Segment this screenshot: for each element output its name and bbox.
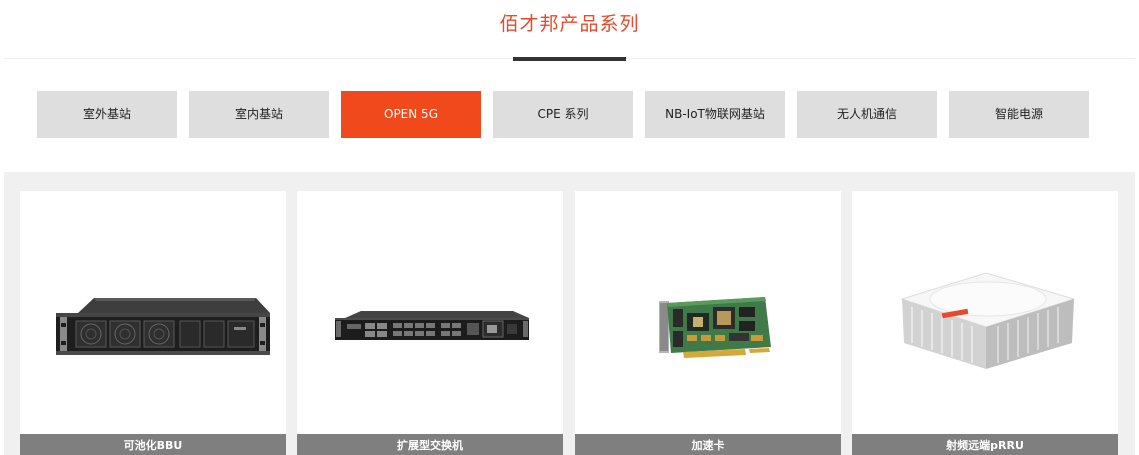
tab-smart-power[interactable]: 智能电源 [949, 91, 1089, 138]
product-name: 可池化BBU [20, 434, 286, 455]
product-card-accelerator[interactable]: 加速卡 [575, 191, 841, 455]
rack-switch-1u-image [335, 311, 529, 340]
product-card-pooled-bbu[interactable]: 可池化BBU [20, 191, 286, 455]
product-name: 射频远端pRRU [852, 434, 1118, 455]
tab-outdoor-base-station[interactable]: 室外基站 [37, 91, 177, 138]
rack-server-2u-image [56, 298, 270, 355]
title-underline [513, 57, 626, 61]
product-card-extended-switch[interactable]: 扩展型交换机 [297, 191, 563, 455]
product-series-section: 佰才邦产品系列 室外基站 室内基站 OPEN 5G CPE 系列 NB-IoT物… [0, 0, 1139, 455]
pcie-accelerator-card-image [659, 297, 771, 358]
tab-drone-communication[interactable]: 无人机通信 [797, 91, 937, 138]
tab-open-5g[interactable]: OPEN 5G [341, 91, 481, 138]
tab-indoor-base-station[interactable]: 室内基站 [189, 91, 329, 138]
product-name: 加速卡 [575, 434, 841, 455]
section-title: 佰才邦产品系列 [499, 13, 640, 35]
tab-nb-iot-base-station[interactable]: NB-IoT物联网基站 [645, 91, 785, 138]
indoor-radio-unit-image [900, 272, 1076, 369]
tab-cpe-series[interactable]: CPE 系列 [493, 91, 633, 138]
product-name: 扩展型交换机 [297, 434, 563, 455]
product-card-prru[interactable]: 射频远端pRRU [852, 191, 1118, 455]
